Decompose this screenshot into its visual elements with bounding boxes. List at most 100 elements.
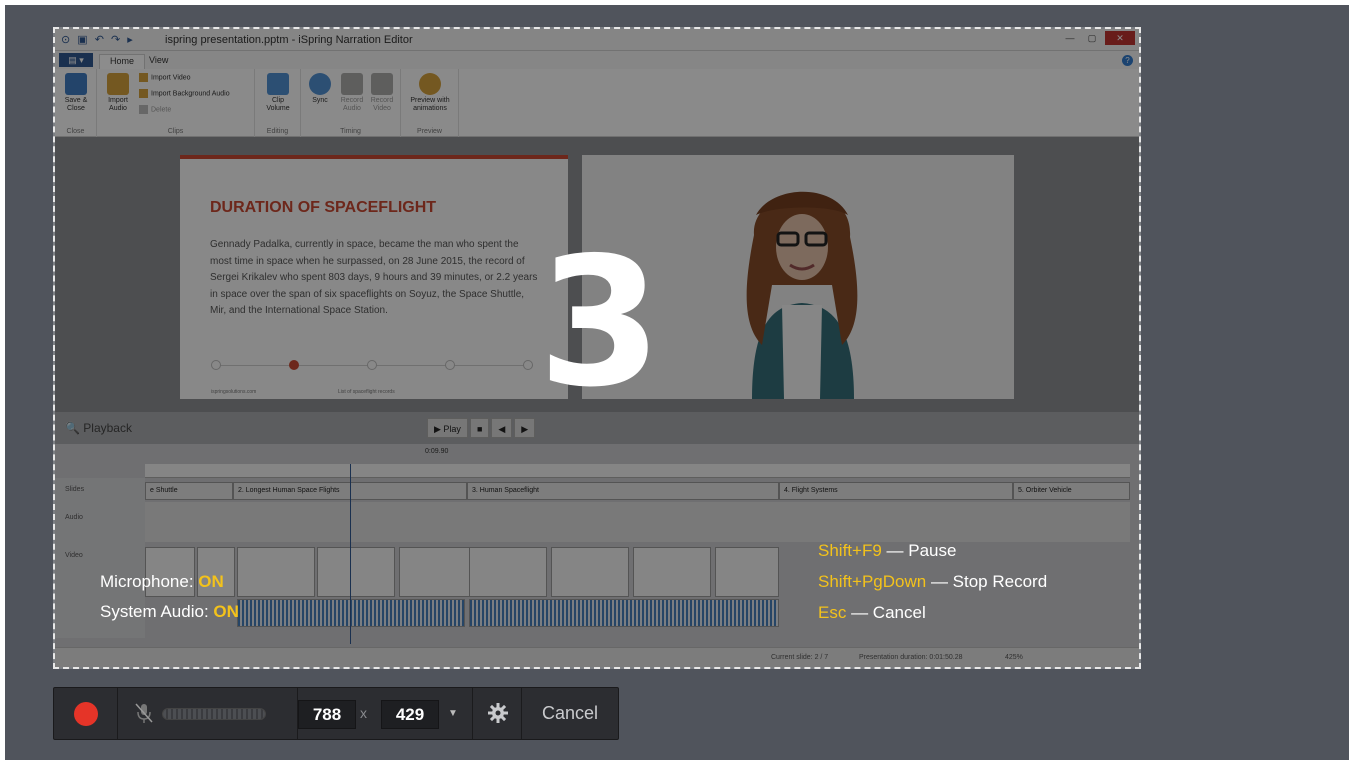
video-thumbnail	[715, 547, 779, 597]
system-audio-status: System Audio: ON	[100, 597, 239, 627]
microphone-label: Microphone:	[100, 572, 194, 591]
window-title: ispring presentation.pptm - iSpring Narr…	[165, 34, 413, 46]
slide-segment[interactable]: 3. Human Spaceflight	[467, 482, 779, 500]
track-label-slides: Slides	[65, 486, 85, 493]
audio-status: Microphone: ON System Audio: ON	[100, 567, 239, 627]
stopwatch-icon	[309, 73, 331, 95]
track-label-audio: Audio	[65, 514, 83, 521]
microphone-icon	[341, 73, 363, 95]
playback-controls: ▶ Play ■ ◀ ▶	[427, 418, 536, 438]
video-thumbnail	[551, 547, 629, 597]
video-thumbnail	[633, 547, 711, 597]
video-clip-2[interactable]	[469, 599, 779, 627]
status-bar: Current slide: 2 / 7 Presentation durati…	[55, 647, 1139, 667]
group-label: Timing	[340, 128, 361, 135]
ribbon-tabs: ▤ ▾ Home View ?	[55, 51, 1139, 69]
system-audio-label: System Audio:	[100, 602, 209, 621]
capture-region[interactable]: ⊙ ▣ ↶ ↷ ▸ ispring presentation.pptm - iS…	[53, 27, 1141, 669]
sync-button[interactable]: Sync	[303, 73, 337, 105]
timeline-time: 0:09.90	[425, 448, 449, 455]
presenter-image	[746, 191, 858, 399]
playback-label: 🔍 Playback	[65, 421, 132, 435]
microphone-level-meter	[162, 708, 266, 720]
slide-dot-active	[289, 360, 299, 370]
record-video-button[interactable]: Record Video	[365, 73, 399, 113]
settings-button[interactable]	[472, 688, 522, 739]
help-icon[interactable]: ?	[1122, 55, 1133, 66]
duration-status: Presentation duration: 0:01:50.28	[859, 654, 963, 661]
ribbon-group-close: Save & Close Close	[55, 69, 97, 137]
playhead[interactable]	[350, 464, 351, 644]
window-controls: — ▢ ✕	[1061, 31, 1135, 45]
record-audio-button[interactable]: Record Audio	[335, 73, 369, 113]
slide-segment[interactable]: 4. Flight Systems	[779, 482, 1013, 500]
height-input[interactable]: 429	[381, 700, 439, 729]
slide-preview: DURATION OF SPACEFLIGHT Gennady Padalka,…	[180, 155, 568, 399]
hotkey-stop: Shift+PgDown — Stop Record	[818, 572, 1048, 591]
preview-icon	[419, 73, 441, 95]
slide-title: DURATION OF SPACEFLIGHT	[210, 199, 437, 216]
slide-footer-left: ispringsolutions.com	[211, 389, 257, 395]
minimize-icon[interactable]: —	[1061, 31, 1079, 45]
save-close-button[interactable]: Save & Close	[59, 73, 93, 113]
countdown-number: 3	[538, 219, 662, 426]
current-slide-status: Current slide: 2 / 7	[771, 654, 829, 661]
slide-dot	[523, 360, 533, 370]
video-track	[145, 547, 785, 627]
group-label: Clips	[167, 128, 184, 135]
slides-track: e Shuttle 2. Longest Human Space Flights…	[145, 482, 1130, 500]
chevron-down-icon[interactable]: ▼	[446, 707, 460, 721]
slide-dot	[445, 360, 455, 370]
hotkey-cancel: Esc — Cancel	[818, 603, 926, 622]
microphone-status: Microphone: ON	[100, 567, 239, 597]
import-audio-button[interactable]: Import Audio	[101, 73, 135, 113]
record-icon	[74, 702, 98, 726]
timeline-ruler[interactable]	[145, 464, 1130, 478]
previous-button[interactable]: ◀	[491, 418, 513, 438]
volume-icon	[267, 73, 289, 95]
recorder-toolbar: 788 x 429 ▼ Cancel	[53, 687, 619, 740]
maximize-icon[interactable]: ▢	[1083, 31, 1101, 45]
next-button[interactable]: ▶	[514, 418, 536, 438]
slide-segment[interactable]: 5. Orbiter Vehicle	[1013, 482, 1130, 500]
record-button[interactable]	[54, 688, 118, 739]
video-thumbnail	[317, 547, 395, 597]
folder-icon	[107, 73, 129, 95]
zoom-status: 425%	[1005, 654, 1023, 661]
slide-footer-right: List of spaceflight records	[338, 389, 395, 395]
ribbon-group-preview: Preview with animations Preview	[401, 69, 459, 137]
group-label: Editing	[266, 128, 289, 135]
system-audio-state: ON	[213, 602, 239, 621]
video-clip-1[interactable]	[237, 599, 465, 627]
close-icon[interactable]: ✕	[1105, 31, 1135, 45]
clip-volume-button[interactable]: Clip Volume	[261, 73, 295, 113]
tab-view[interactable]: View	[139, 54, 178, 69]
ribbon-group-editing: Clip Volume Editing	[255, 69, 301, 137]
group-label: Preview	[417, 128, 442, 135]
slide-dot	[211, 360, 221, 370]
group-label: Close	[66, 128, 85, 135]
delete-button[interactable]: Delete	[139, 105, 171, 114]
save-icon	[65, 73, 87, 95]
video-thumbnail	[399, 547, 477, 597]
width-input[interactable]: 788	[298, 700, 356, 729]
play-button[interactable]: ▶ Play	[427, 418, 468, 438]
title-bar: ⊙ ▣ ↶ ↷ ▸ ispring presentation.pptm - iS…	[55, 29, 1139, 51]
microphone-control[interactable]	[118, 688, 298, 739]
dimension-separator: x	[360, 705, 367, 721]
microphone-muted-icon[interactable]	[134, 702, 154, 724]
file-menu-button[interactable]: ▤ ▾	[59, 53, 93, 67]
preview-animations-button[interactable]: Preview with animations	[405, 73, 455, 113]
microphone-state: ON	[198, 572, 224, 591]
gear-icon	[488, 703, 508, 723]
stop-button[interactable]: ■	[469, 418, 490, 438]
slide-dot	[367, 360, 377, 370]
cancel-button[interactable]: Cancel	[522, 688, 618, 739]
import-background-audio-button[interactable]: Import Background Audio	[139, 89, 230, 98]
video-thumbnail	[469, 547, 547, 597]
track-label-video: Video	[65, 552, 83, 559]
ribbon: Save & Close Close Import Audio Import V…	[55, 69, 1139, 137]
import-video-button[interactable]: Import Video	[139, 73, 191, 82]
hotkey-legend: Shift+F9 — Pause Shift+PgDown — Stop Rec…	[818, 535, 1047, 628]
slide-segment[interactable]: e Shuttle	[145, 482, 233, 500]
